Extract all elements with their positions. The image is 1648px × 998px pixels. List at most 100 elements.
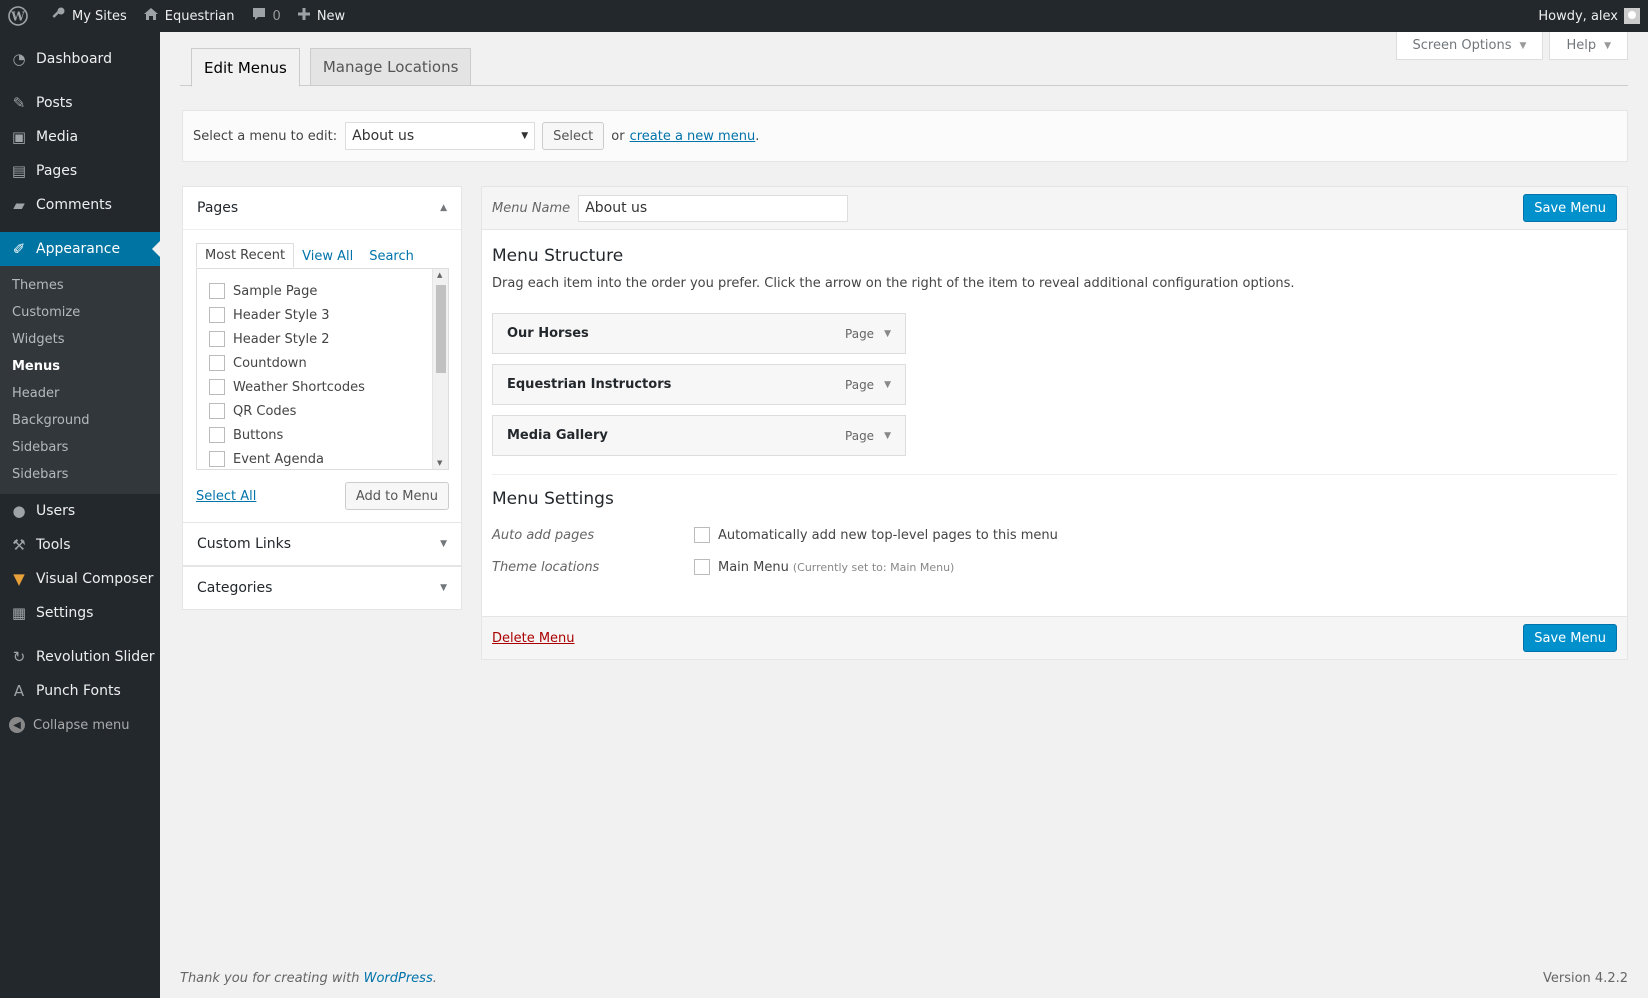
submenu-themes[interactable]: Themes xyxy=(0,272,160,299)
wrench-icon: ⚒ xyxy=(12,536,26,554)
submenu-sidebars-2[interactable]: Sidebars xyxy=(0,461,160,488)
submenu-background[interactable]: Background xyxy=(0,407,160,434)
save-menu-button-top[interactable]: Save Menu xyxy=(1523,194,1617,222)
tab-view-all[interactable]: View All xyxy=(294,245,361,268)
sidebar-item-label: Pages xyxy=(36,163,78,179)
list-item[interactable]: Sample Page xyxy=(209,279,448,303)
my-sites-link[interactable]: My Sites xyxy=(42,0,135,32)
sidebar-item-posts[interactable]: ✎ Posts xyxy=(0,86,160,120)
checkbox[interactable] xyxy=(209,403,225,419)
scrollbar-thumb[interactable] xyxy=(436,285,446,373)
item-toggle-arrow-icon[interactable]: ▼ xyxy=(884,380,891,390)
list-item[interactable]: Event Agenda xyxy=(209,447,448,469)
scroll-up-icon[interactable]: ▲ xyxy=(437,271,442,279)
pin-icon: ✎ xyxy=(12,94,26,112)
tab-manage-locations[interactable]: Manage Locations xyxy=(309,48,472,86)
list-item[interactable]: QR Codes xyxy=(209,399,448,423)
page-label: Header Style 3 xyxy=(233,307,330,323)
create-new-menu-link[interactable]: create a new menu xyxy=(630,129,756,144)
menu-name-value: About us xyxy=(585,200,648,216)
checkbox[interactable] xyxy=(209,427,225,443)
wordpress-link[interactable]: WordPress xyxy=(364,971,433,986)
page-label: Header Style 2 xyxy=(233,331,330,347)
checkbox[interactable] xyxy=(209,355,225,371)
select-button[interactable]: Select xyxy=(542,122,605,150)
checkbox[interactable] xyxy=(209,379,225,395)
sidebar-item-visual-composer[interactable]: ▼ Visual Composer xyxy=(0,562,160,596)
sidebar-item-revolution-slider[interactable]: ↻ Revolution Slider xyxy=(0,640,160,674)
auto-add-label: Auto add pages xyxy=(492,527,595,543)
tab-most-recent[interactable]: Most Recent xyxy=(196,243,295,268)
menu-select-bar: Select a menu to edit: About us ▼ Select… xyxy=(182,110,1628,162)
pages-metabox-title: Pages xyxy=(197,200,239,216)
account-menu[interactable]: Howdy, alex xyxy=(1538,8,1648,24)
submenu-sidebars[interactable]: Sidebars xyxy=(0,434,160,461)
checkbox[interactable] xyxy=(209,451,225,467)
checkbox[interactable] xyxy=(209,331,225,347)
menu-settings-title: Menu Settings xyxy=(492,489,614,509)
list-item[interactable]: Buttons xyxy=(209,423,448,447)
scroll-down-icon[interactable]: ▼ xyxy=(437,459,442,467)
expand-down-icon[interactable]: ▼ xyxy=(440,583,447,593)
list-item[interactable]: Weather Shortcodes xyxy=(209,375,448,399)
page-label: Countdown xyxy=(233,355,307,371)
submenu-header[interactable]: Header xyxy=(0,380,160,407)
menu-name-input[interactable]: About us xyxy=(578,194,849,222)
sidebar-item-media[interactable]: ▣ Media xyxy=(0,120,160,154)
pages-metabox-header[interactable]: Pages ▲ xyxy=(183,187,461,229)
sidebar-item-pages[interactable]: ▤ Pages xyxy=(0,154,160,188)
comment-bubble-icon xyxy=(251,6,273,26)
collapse-up-icon[interactable]: ▲ xyxy=(440,203,447,213)
sidebar-item-settings[interactable]: ▦ Settings xyxy=(0,596,160,630)
custom-links-header[interactable]: Custom Links ▼ xyxy=(183,523,461,565)
wordpress-logo-icon[interactable]: W xyxy=(0,0,42,32)
sidebar-item-tools[interactable]: ⚒ Tools xyxy=(0,528,160,562)
collapse-menu-button[interactable]: ◀ Collapse menu xyxy=(0,708,160,742)
list-item[interactable]: Header Style 2 xyxy=(209,327,448,351)
home-icon xyxy=(143,6,165,26)
item-toggle-arrow-icon[interactable]: ▼ xyxy=(884,329,891,339)
menu-select-dropdown[interactable]: About us ▼ xyxy=(345,122,536,150)
categories-header[interactable]: Categories ▼ xyxy=(183,567,461,609)
menu-item-bar[interactable]: Equestrian Instructors Page ▼ xyxy=(492,364,906,405)
sidebar-item-comments[interactable]: ▰ Comments xyxy=(0,188,160,222)
auto-add-checkbox[interactable] xyxy=(694,527,710,543)
submenu-widgets[interactable]: Widgets xyxy=(0,326,160,353)
list-item[interactable]: Countdown xyxy=(209,351,448,375)
menu-item-bar[interactable]: Our Horses Page ▼ xyxy=(492,313,906,354)
sidebar-item-dashboard[interactable]: ◔ Dashboard xyxy=(0,42,160,76)
page-label: Weather Shortcodes xyxy=(233,379,365,395)
sidebar-item-label: Revolution Slider xyxy=(36,649,155,665)
delete-menu-link[interactable]: Delete Menu xyxy=(492,631,575,646)
comments-link[interactable]: 0 xyxy=(243,0,289,32)
auto-add-row: Auto add pages Automatically add new top… xyxy=(492,519,1617,551)
sidebar-item-punch-fonts[interactable]: A Punch Fonts xyxy=(0,674,160,708)
theme-locations-row: Theme locations Main Menu (Currently set… xyxy=(492,551,1617,583)
main-menu-checkbox[interactable] xyxy=(694,559,710,575)
menu-edit-body: Menu Structure Drag each item into the o… xyxy=(482,230,1627,599)
sidebar-item-appearance[interactable]: ✐ Appearance xyxy=(0,232,160,266)
list-item[interactable]: Header Style 3 xyxy=(209,303,448,327)
submenu-menus[interactable]: Menus xyxy=(0,353,160,380)
collapse-arrow-icon: ◀ xyxy=(9,717,25,733)
site-name-link[interactable]: Equestrian xyxy=(135,0,243,32)
add-to-menu-button[interactable]: Add to Menu xyxy=(344,482,449,510)
checkbox[interactable] xyxy=(209,307,225,323)
submenu-customize[interactable]: Customize xyxy=(0,299,160,326)
tab-edit-menus[interactable]: Edit Menus xyxy=(191,48,300,87)
checklist-scrollbar[interactable]: ▲ ▼ xyxy=(432,269,448,469)
checkbox[interactable] xyxy=(209,283,225,299)
new-content-link[interactable]: New xyxy=(289,0,353,32)
pages-actions: Select All Add to Menu xyxy=(196,482,449,510)
refresh-icon: ↻ xyxy=(12,648,26,666)
dropdown-arrow-icon: ▼ xyxy=(521,131,529,141)
save-menu-button-bottom[interactable]: Save Menu xyxy=(1523,624,1617,652)
sidebar-item-users[interactable]: ● Users xyxy=(0,494,160,528)
expand-down-icon[interactable]: ▼ xyxy=(440,539,447,549)
tab-search[interactable]: Search xyxy=(361,245,422,268)
item-toggle-arrow-icon[interactable]: ▼ xyxy=(884,431,891,441)
footer-thanks: Thank you for creating with WordPress. xyxy=(180,971,437,986)
select-all-link[interactable]: Select All xyxy=(196,489,256,504)
menu-item-bar[interactable]: Media Gallery Page ▼ xyxy=(492,415,906,456)
pages-tabs: Most Recent View All Search xyxy=(196,242,449,268)
